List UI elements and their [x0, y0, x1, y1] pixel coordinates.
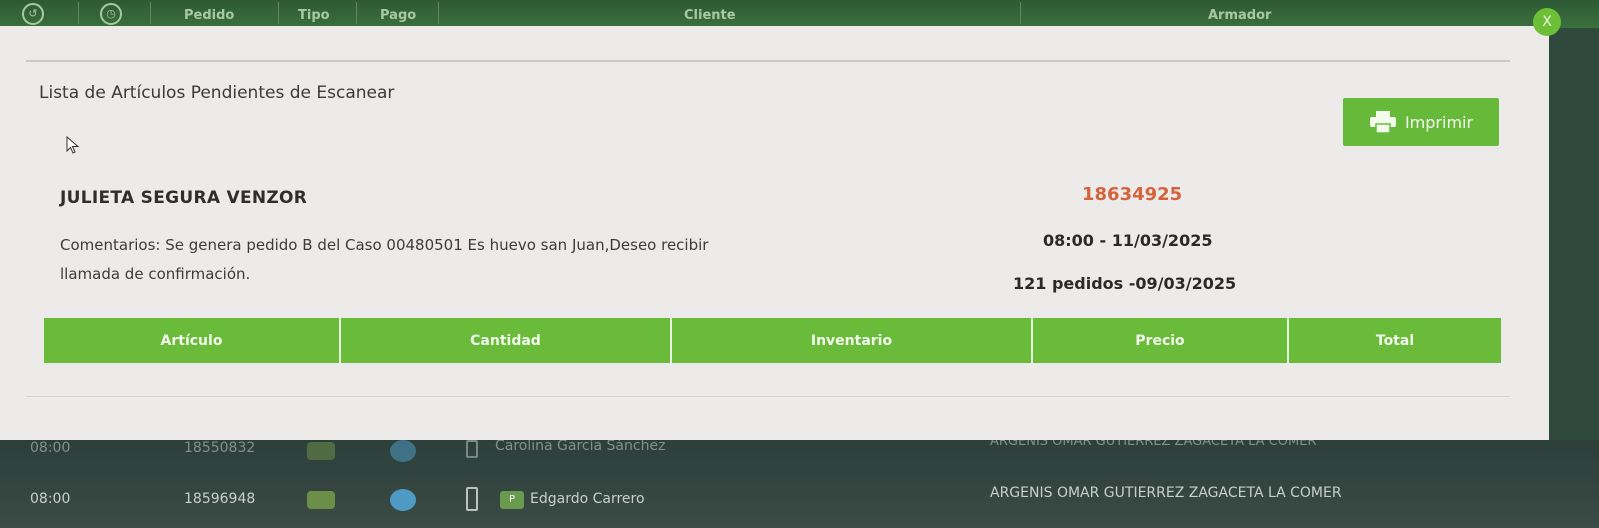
- mobile-icon: [466, 487, 478, 511]
- modal-divider: [26, 60, 1510, 62]
- row-time: 08:00: [30, 440, 71, 456]
- order-comments: Comentarios: Se genera pedido B del Caso…: [60, 236, 709, 283]
- header-col-cliente[interactable]: Cliente: [684, 8, 736, 23]
- phone-icon[interactable]: [390, 489, 416, 511]
- modal-title: Lista de Artículos Pendientes de Escanea…: [39, 83, 395, 103]
- printer-icon: [1369, 111, 1396, 133]
- mobile-icon: [466, 440, 478, 458]
- background-header: ↺ ◷ Pedido Tipo Pago Cliente Armador: [0, 0, 1599, 28]
- items-table-header: Artículo Cantidad Inventario Precio Tota…: [44, 318, 1501, 363]
- orders-count: 121 pedidos -09/03/2025: [1013, 274, 1237, 293]
- header-separator: [1020, 2, 1021, 24]
- print-button-label: Imprimir: [1404, 112, 1474, 132]
- header-col-pedido[interactable]: Pedido: [184, 8, 234, 23]
- truck-icon: [307, 442, 335, 460]
- row-client: Edgardo Carrero: [530, 491, 645, 507]
- pending-items-modal: Lista de Artículos Pendientes de Escanea…: [0, 26, 1549, 440]
- row-assembler: ARGENIS OMAR GUTIERREZ ZAGACETA LA COMER: [990, 485, 1342, 501]
- column-header-inventario[interactable]: Inventario: [672, 318, 1033, 363]
- row-time: 08:00: [30, 491, 71, 507]
- print-button[interactable]: Imprimir: [1343, 98, 1499, 146]
- card-icon: P: [500, 491, 524, 509]
- header-col-pago[interactable]: Pago: [380, 8, 416, 23]
- mouse-pointer-icon: [66, 136, 80, 154]
- column-header-total[interactable]: Total: [1289, 318, 1501, 363]
- phone-icon[interactable]: [390, 440, 416, 462]
- header-separator: [438, 2, 439, 24]
- table-body-divider: [26, 396, 1510, 397]
- column-header-articulo[interactable]: Artículo: [44, 318, 341, 363]
- column-header-cantidad[interactable]: Cantidad: [341, 318, 672, 363]
- row-order-number: 18550832: [184, 440, 256, 456]
- row-order-number: 18596948: [184, 491, 256, 507]
- close-button[interactable]: X: [1533, 8, 1561, 36]
- row-client: Carolina García Sánchez: [495, 438, 666, 454]
- column-header-precio[interactable]: Precio: [1033, 318, 1289, 363]
- order-number: 18634925: [1082, 184, 1183, 205]
- customer-name: JULIETA SEGURA VENZOR: [60, 188, 308, 208]
- header-col-armador[interactable]: Armador: [1208, 8, 1271, 23]
- history-icon: ↺: [22, 3, 44, 25]
- header-separator: [150, 2, 151, 24]
- header-separator: [278, 2, 279, 24]
- clock-icon: ◷: [100, 3, 122, 25]
- header-col-tipo[interactable]: Tipo: [298, 8, 330, 23]
- header-separator: [78, 2, 79, 24]
- header-separator: [356, 2, 357, 24]
- table-row[interactable]: 08:00 18550832 Carolina García Sánchez A…: [0, 434, 1599, 464]
- delivery-schedule: 08:00 - 11/03/2025: [1043, 231, 1213, 250]
- truck-icon: [307, 491, 335, 509]
- table-row[interactable]: 08:00 18596948 P Edgardo Carrero ARGENIS…: [0, 485, 1599, 515]
- background-order-list: 08:00 18550832 Carolina García Sánchez A…: [0, 434, 1599, 528]
